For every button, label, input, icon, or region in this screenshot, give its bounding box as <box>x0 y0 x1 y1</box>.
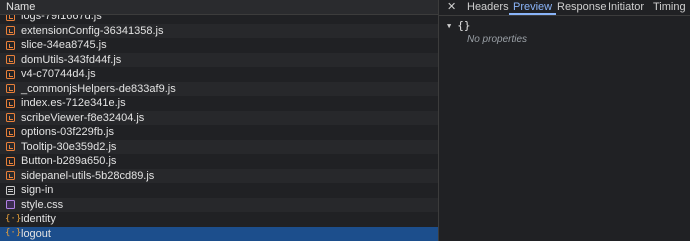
request-name: sign-in <box>21 184 54 197</box>
request-row[interactable]: style.css <box>0 197 438 212</box>
request-row[interactable]: slice-34ea8745.js <box>0 38 438 53</box>
stylesheet-icon <box>6 200 15 210</box>
name-column-header[interactable]: Name <box>0 0 438 15</box>
expand-triangle-icon[interactable]: ▼ <box>447 22 451 30</box>
script-file-icon <box>6 113 15 123</box>
detail-tab-bar: ✕ Headers Preview Response Initiator Tim… <box>439 0 690 16</box>
script-file-icon <box>6 55 15 65</box>
no-properties-text: No properties <box>467 34 528 45</box>
request-detail-panel: ✕ Headers Preview Response Initiator Tim… <box>439 0 690 241</box>
script-file-icon <box>6 142 15 152</box>
request-row[interactable]: {·} identity <box>0 212 438 227</box>
request-row[interactable]: v4-c70744d4.js <box>0 67 438 82</box>
tab-preview[interactable]: Preview <box>508 0 557 15</box>
request-name: Tooltip-30e359d2.js <box>21 140 117 153</box>
tab-response[interactable]: Response <box>557 0 607 14</box>
request-row[interactable]: extensionConfig-36341358.js <box>0 23 438 38</box>
document-icon <box>6 185 15 195</box>
request-name: domUtils-343fd44f.js <box>21 53 122 66</box>
script-file-icon <box>6 26 15 36</box>
request-row[interactable]: Button-b289a650.js <box>0 154 438 169</box>
tab-timing[interactable]: Timing <box>653 0 686 14</box>
fetch-xhr-icon: {·} <box>5 228 22 239</box>
network-request-list: Name logs-79f1667d.js extensionConfig-363… <box>0 0 438 241</box>
request-name: sidepanel-utils-5b28cd89.js <box>21 169 155 182</box>
request-row[interactable]: _commonjsHelpers-de833af9.js <box>0 81 438 96</box>
preview-object-label: {} <box>457 19 471 32</box>
request-row[interactable]: domUtils-343fd44f.js <box>0 52 438 67</box>
tab-headers[interactable]: Headers <box>467 0 509 14</box>
request-name: Button-b289a650.js <box>21 155 117 168</box>
request-row[interactable]: sidepanel-utils-5b28cd89.js <box>0 168 438 183</box>
request-row[interactable]: Tooltip-30e359d2.js <box>0 139 438 154</box>
script-file-icon <box>6 15 15 21</box>
request-row[interactable]: scribeViewer-f8e32404.js <box>0 110 438 125</box>
request-row[interactable]: index.es-712e341e.js <box>0 96 438 111</box>
tab-initiator[interactable]: Initiator <box>608 0 644 14</box>
script-file-icon <box>6 171 15 181</box>
request-name: v4-c70744d4.js <box>21 68 96 81</box>
request-rows[interactable]: logs-79f1667d.js extensionConfig-36341358… <box>0 15 438 241</box>
fetch-xhr-icon: {·} <box>5 213 22 224</box>
script-file-icon <box>6 40 15 50</box>
script-file-icon <box>6 69 15 79</box>
request-name: index.es-712e341e.js <box>21 97 126 110</box>
script-file-icon <box>6 98 15 108</box>
request-name: logout <box>21 227 51 240</box>
close-icon[interactable]: ✕ <box>447 0 456 14</box>
request-name: extensionConfig-36341358.js <box>21 24 164 37</box>
request-name: identity <box>21 213 56 226</box>
request-name: scribeViewer-f8e32404.js <box>21 111 145 124</box>
request-row[interactable]: {·} logout <box>0 226 438 241</box>
script-file-icon <box>6 127 15 137</box>
request-name: style.css <box>21 198 64 211</box>
request-row[interactable]: logs-79f1667d.js <box>0 15 438 24</box>
request-name: logs-79f1667d.js <box>21 15 102 23</box>
request-row[interactable]: sign-in <box>0 183 438 198</box>
script-file-icon <box>6 156 15 166</box>
request-name: _commonjsHelpers-de833af9.js <box>21 82 176 95</box>
script-file-icon <box>6 84 15 94</box>
preview-tree-root[interactable]: ▼ {} <box>447 19 470 32</box>
request-name: options-03f229fb.js <box>21 126 114 139</box>
request-name: slice-34ea8745.js <box>21 39 107 52</box>
request-row[interactable]: options-03f229fb.js <box>0 125 438 140</box>
